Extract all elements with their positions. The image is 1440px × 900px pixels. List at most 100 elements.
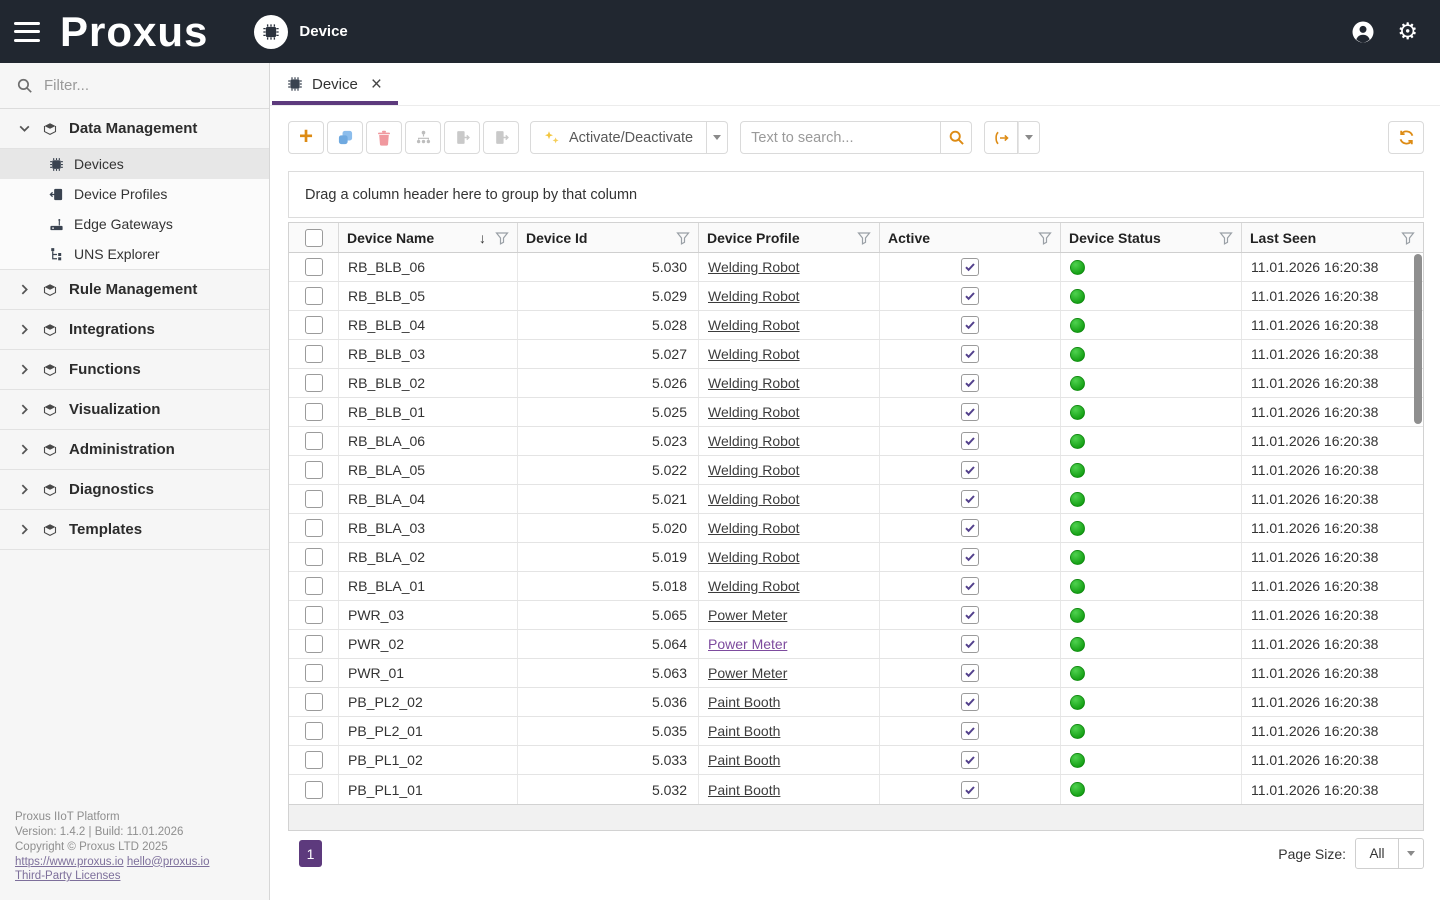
active-checkbox[interactable] <box>961 490 979 508</box>
header-device-status[interactable]: Device Status <box>1061 223 1242 252</box>
row-select-checkbox[interactable] <box>305 693 323 711</box>
active-checkbox[interactable] <box>961 258 979 276</box>
row-select-checkbox[interactable] <box>305 461 323 479</box>
sidebar-item-uns-explorer[interactable]: UNS Explorer <box>0 239 269 269</box>
device-profile-link[interactable]: Welding Robot <box>708 288 800 304</box>
row-select-checkbox[interactable] <box>305 635 323 653</box>
device-profile-link[interactable]: Welding Robot <box>708 549 800 565</box>
filter-funnel-icon[interactable] <box>1038 231 1052 245</box>
hierarchy-button[interactable] <box>405 121 441 154</box>
row-select-checkbox[interactable] <box>305 287 323 305</box>
device-profile-link[interactable]: Welding Robot <box>708 433 800 449</box>
delete-button[interactable] <box>366 121 402 154</box>
active-checkbox[interactable] <box>961 374 979 392</box>
active-checkbox[interactable] <box>961 345 979 363</box>
device-profile-link[interactable]: Welding Robot <box>708 491 800 507</box>
sidebar-group-rule-management[interactable]: Rule Management <box>0 270 269 310</box>
row-select-checkbox[interactable] <box>305 781 323 799</box>
row-select-checkbox[interactable] <box>305 548 323 566</box>
filter-funnel-icon[interactable] <box>1401 231 1415 245</box>
row-select-checkbox[interactable] <box>305 345 323 363</box>
row-select-checkbox[interactable] <box>305 722 323 740</box>
active-checkbox[interactable] <box>961 722 979 740</box>
active-checkbox[interactable] <box>961 577 979 595</box>
header-device-id[interactable]: Device Id <box>518 223 699 252</box>
active-checkbox[interactable] <box>961 548 979 566</box>
device-profile-link[interactable]: Welding Robot <box>708 520 800 536</box>
device-profile-link[interactable]: Paint Booth <box>708 752 780 768</box>
email-link[interactable]: hello@proxus.io <box>127 856 210 868</box>
row-select-checkbox[interactable] <box>305 432 323 450</box>
sidebar-group-diagnostics[interactable]: Diagnostics <box>0 470 269 510</box>
search-button[interactable] <box>941 121 972 154</box>
row-select-checkbox[interactable] <box>305 577 323 595</box>
device-profile-link[interactable]: Welding Robot <box>708 259 800 275</box>
refresh-button[interactable] <box>1388 121 1424 154</box>
row-select-checkbox[interactable] <box>305 316 323 334</box>
sidebar-filter-input[interactable] <box>44 77 253 94</box>
copy-button[interactable] <box>327 121 363 154</box>
header-device-name[interactable]: Device Name ↓ <box>339 223 518 252</box>
sidebar-item-devices[interactable]: Devices <box>0 149 269 179</box>
export-button[interactable] <box>984 121 1018 154</box>
sidebar-group-administration[interactable]: Administration <box>0 430 269 470</box>
row-select-checkbox[interactable] <box>305 374 323 392</box>
account-icon[interactable] <box>1351 20 1375 44</box>
licenses-link[interactable]: Third-Party Licenses <box>15 870 120 882</box>
activate-dropdown-button[interactable] <box>707 121 728 154</box>
row-select-checkbox[interactable] <box>305 606 323 624</box>
sidebar-group-visualization[interactable]: Visualization <box>0 390 269 430</box>
device-profile-link[interactable]: Welding Robot <box>708 346 800 362</box>
active-checkbox[interactable] <box>961 403 979 421</box>
import-button[interactable] <box>444 121 480 154</box>
device-profile-link[interactable]: Paint Booth <box>708 723 780 739</box>
row-select-checkbox[interactable] <box>305 403 323 421</box>
device-profile-link[interactable]: Welding Robot <box>708 375 800 391</box>
active-checkbox[interactable] <box>961 751 979 769</box>
sidebar-item-device-profiles[interactable]: Device Profiles <box>0 179 269 209</box>
header-active[interactable]: Active <box>880 223 1061 252</box>
row-select-checkbox[interactable] <box>305 258 323 276</box>
sidebar-item-edge-gateways[interactable]: Edge Gateways <box>0 209 269 239</box>
grid-search-input[interactable] <box>740 121 941 154</box>
filter-funnel-icon[interactable] <box>857 231 871 245</box>
active-checkbox[interactable] <box>961 316 979 334</box>
row-select-checkbox[interactable] <box>305 519 323 537</box>
activate-deactivate-button[interactable]: Activate/Deactivate <box>530 121 707 154</box>
header-last-seen[interactable]: Last Seen <box>1242 223 1423 252</box>
page-size-select[interactable]: All <box>1355 838 1424 869</box>
settings-gear-icon[interactable]: ⚙ <box>1397 20 1418 43</box>
tab-device[interactable]: Device × <box>270 63 397 105</box>
add-device-button[interactable]: + <box>288 121 324 154</box>
active-checkbox[interactable] <box>961 606 979 624</box>
group-by-panel[interactable]: Drag a column header here to group by th… <box>288 171 1424 218</box>
filter-funnel-icon[interactable] <box>676 231 690 245</box>
export-dropdown-button[interactable] <box>1018 121 1040 154</box>
active-checkbox[interactable] <box>961 287 979 305</box>
sidebar-group-data-management[interactable]: Data Management <box>0 109 269 149</box>
active-checkbox[interactable] <box>961 664 979 682</box>
vertical-scrollbar-thumb[interactable] <box>1414 254 1422 424</box>
row-select-checkbox[interactable] <box>305 751 323 769</box>
active-checkbox[interactable] <box>961 635 979 653</box>
app-logo[interactable]: Proxus <box>60 11 208 53</box>
device-profile-link[interactable]: Paint Booth <box>708 694 780 710</box>
device-profile-link[interactable]: Paint Booth <box>708 782 780 798</box>
device-profile-link[interactable]: Welding Robot <box>708 462 800 478</box>
active-checkbox[interactable] <box>961 693 979 711</box>
select-all-checkbox[interactable] <box>305 229 323 247</box>
filter-funnel-icon[interactable] <box>495 231 509 245</box>
page-number-button[interactable]: 1 <box>299 840 322 867</box>
device-profile-link[interactable]: Power Meter <box>708 636 787 652</box>
sidebar-group-integrations[interactable]: Integrations <box>0 310 269 350</box>
active-checkbox[interactable] <box>961 461 979 479</box>
device-profile-link[interactable]: Power Meter <box>708 665 787 681</box>
tab-close-icon[interactable]: × <box>371 75 382 94</box>
device-profile-link[interactable]: Welding Robot <box>708 404 800 420</box>
export-device-button[interactable] <box>483 121 519 154</box>
device-profile-link[interactable]: Welding Robot <box>708 578 800 594</box>
active-checkbox[interactable] <box>961 519 979 537</box>
row-select-checkbox[interactable] <box>305 490 323 508</box>
active-checkbox[interactable] <box>961 432 979 450</box>
sidebar-group-templates[interactable]: Templates <box>0 510 269 550</box>
